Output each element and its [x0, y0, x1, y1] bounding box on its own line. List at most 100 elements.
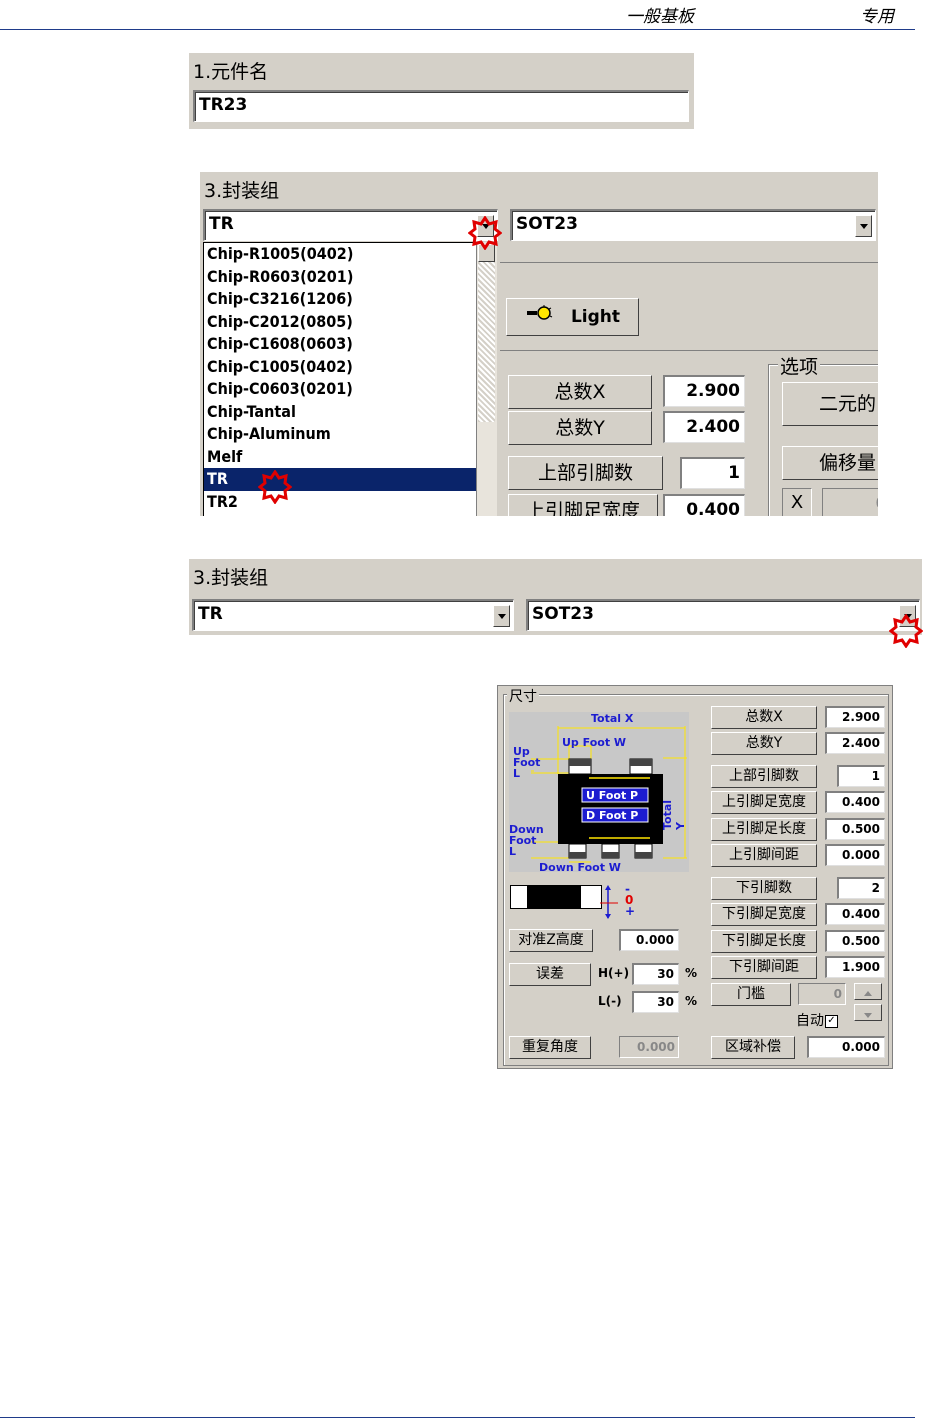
total-y-input[interactable]: 2.400: [663, 411, 745, 443]
upper-foot-width-btn[interactable]: 上引脚足宽度: [508, 494, 658, 516]
group-list-item[interactable]: Chip-R0603(0201): [204, 266, 477, 289]
group-list-item[interactable]: Chip-C1608(0603): [204, 333, 477, 356]
threshold-up-button[interactable]: [854, 983, 882, 1000]
threshold-down-button[interactable]: [854, 1004, 882, 1021]
highlight-star-marker: [468, 216, 502, 250]
threshold-button[interactable]: 门槛: [711, 983, 791, 1006]
total-y-label-btn[interactable]: 总数Y: [508, 411, 652, 445]
group-select[interactable]: TR: [203, 209, 498, 241]
options-x-label: X: [782, 488, 812, 516]
dimension-field-input[interactable]: 0.500: [825, 818, 885, 840]
light-button[interactable]: Light: [506, 298, 639, 336]
group-list-item[interactable]: Chip-Tantal: [204, 401, 477, 424]
dimension-field-label[interactable]: 下引脚数: [711, 877, 817, 900]
dimension-field-label[interactable]: 上引脚足长度: [711, 818, 817, 841]
bulb-icon: [525, 299, 555, 335]
h-input[interactable]: 30: [632, 963, 679, 985]
package-group-panel-open: 3.封装组 TR SOT23 Chip-R1005(0402) Chip-R060…: [200, 172, 878, 516]
group-list-item[interactable]: TR: [204, 468, 477, 491]
selected-star-marker: [258, 470, 292, 504]
group-list-item[interactable]: Chip-C0603(0201): [204, 378, 477, 401]
l-input[interactable]: 30: [632, 991, 679, 1013]
type-dropdown-button[interactable]: [855, 215, 872, 237]
divider: [500, 350, 878, 351]
dimension-field-label[interactable]: 上部引脚数: [711, 765, 817, 788]
component-name-input[interactable]: TR23: [193, 90, 689, 122]
dimension-field-input[interactable]: 1: [837, 765, 885, 787]
dimension-panel: 尺寸 Total X Up Foot W Up Foot L U Foot P …: [497, 685, 893, 1069]
dimension-field-label[interactable]: 下引脚足长度: [711, 930, 817, 953]
package-group-title-closed: 3.封装组: [193, 567, 269, 589]
diagram-total-x: Total X: [591, 712, 634, 725]
upper-pin-count-input[interactable]: 1: [680, 457, 745, 489]
diagram-up-foot-w: Up Foot W: [562, 736, 627, 749]
options-offset-button[interactable]: 偏移量: [782, 446, 878, 480]
diagram-up-foot-l: Up Foot L: [513, 745, 541, 780]
repeat-angle-input: 0.000: [619, 1036, 679, 1058]
l-label: L(-): [598, 994, 622, 1008]
upper-pin-count-btn[interactable]: 上部引脚数: [508, 456, 663, 490]
down-arrow-icon: [864, 1013, 872, 1018]
dimension-field-label[interactable]: 总数Y: [711, 732, 817, 755]
align-z-input[interactable]: 0.000: [619, 929, 679, 951]
dimension-title: 尺寸: [507, 686, 539, 706]
type-select-closed[interactable]: SOT23: [526, 599, 920, 631]
group-list-item[interactable]: Chip-C3216(1206): [204, 288, 477, 311]
dimension-field-input[interactable]: 0.500: [825, 930, 885, 952]
diagram-d-foot-p: D Foot P: [586, 809, 639, 822]
dimension-field-label[interactable]: 下引脚足宽度: [711, 903, 817, 926]
dimension-field-input[interactable]: 2: [837, 877, 885, 899]
list-scrollbar[interactable]: [476, 242, 497, 516]
dimension-field-input[interactable]: 0.000: [825, 844, 885, 866]
header-rule: [0, 29, 915, 30]
dimension-field-input[interactable]: 2.400: [825, 732, 885, 754]
component-name-panel: 1.元件名 TR23: [189, 53, 694, 129]
group-list-item[interactable]: Chip-R1005(0402): [204, 243, 477, 266]
dimension-field-label[interactable]: 总数X: [711, 706, 817, 729]
dimension-field-label[interactable]: 下引脚间距: [711, 956, 817, 979]
offset-arrow-icon: [600, 885, 618, 919]
options-binary-button[interactable]: 二元的: [782, 382, 878, 426]
options-x-value: 0: [822, 488, 878, 516]
header-tag: 专用: [860, 7, 894, 27]
checkbox-icon[interactable]: ✓: [825, 1014, 838, 1028]
group-list-item[interactable]: TR2: [204, 491, 477, 514]
auto-checkbox-label[interactable]: 自动 ✓: [796, 1010, 838, 1030]
alignment-bar: [510, 885, 602, 909]
dimension-field-input[interactable]: 2.900: [825, 706, 885, 728]
total-x-input[interactable]: 2.900: [663, 375, 745, 407]
dimension-field-label[interactable]: 上引脚足宽度: [711, 791, 817, 814]
up-arrow-icon: [864, 991, 872, 996]
tab-strip: [500, 242, 878, 263]
upper-foot-width-input[interactable]: 0.400: [663, 494, 745, 516]
l-percent: %: [685, 994, 698, 1008]
group-select-closed[interactable]: TR: [192, 599, 514, 631]
group-list-item[interactable]: Melf: [204, 446, 477, 469]
group-list-item[interactable]: Chip-Aluminum: [204, 423, 477, 446]
scroll-track: [478, 262, 495, 422]
h-label: H(+): [598, 966, 630, 980]
dimension-field-input[interactable]: 0.400: [825, 791, 885, 813]
group-list-item[interactable]: Chip-C2012(0805): [204, 311, 477, 334]
type-select[interactable]: SOT23: [510, 209, 876, 241]
package-diagram: Total X Up Foot W Up Foot L U Foot P D Foo…: [509, 712, 689, 874]
repeat-angle-button[interactable]: 重复角度: [509, 1036, 591, 1059]
type-star-marker: [889, 614, 923, 648]
group-dropdown-button-closed[interactable]: [493, 605, 510, 627]
dimension-field-input[interactable]: 1.900: [825, 956, 885, 978]
footer-rule: [0, 1417, 915, 1418]
diagram-total-y: Total Y: [661, 799, 687, 830]
total-x-label-btn[interactable]: 总数X: [508, 375, 652, 409]
area-comp-input[interactable]: 0.000: [807, 1036, 885, 1058]
dimension-field-label[interactable]: 上引脚间距: [711, 844, 817, 867]
options-title: 选项: [778, 352, 821, 379]
diagram-u-foot-p: U Foot P: [586, 789, 639, 802]
component-name-title: 1.元件名: [193, 61, 269, 83]
tolerance-button[interactable]: 误差: [509, 963, 591, 986]
align-z-button[interactable]: 对准Z高度: [509, 929, 593, 952]
diagram-down-foot-l: Down Foot L: [509, 823, 544, 858]
group-list-item[interactable]: Chip-C1005(0402): [204, 356, 477, 379]
light-button-label: Light: [570, 307, 621, 327]
area-comp-button[interactable]: 区域补偿: [711, 1036, 795, 1059]
dimension-field-input[interactable]: 0.400: [825, 903, 885, 925]
